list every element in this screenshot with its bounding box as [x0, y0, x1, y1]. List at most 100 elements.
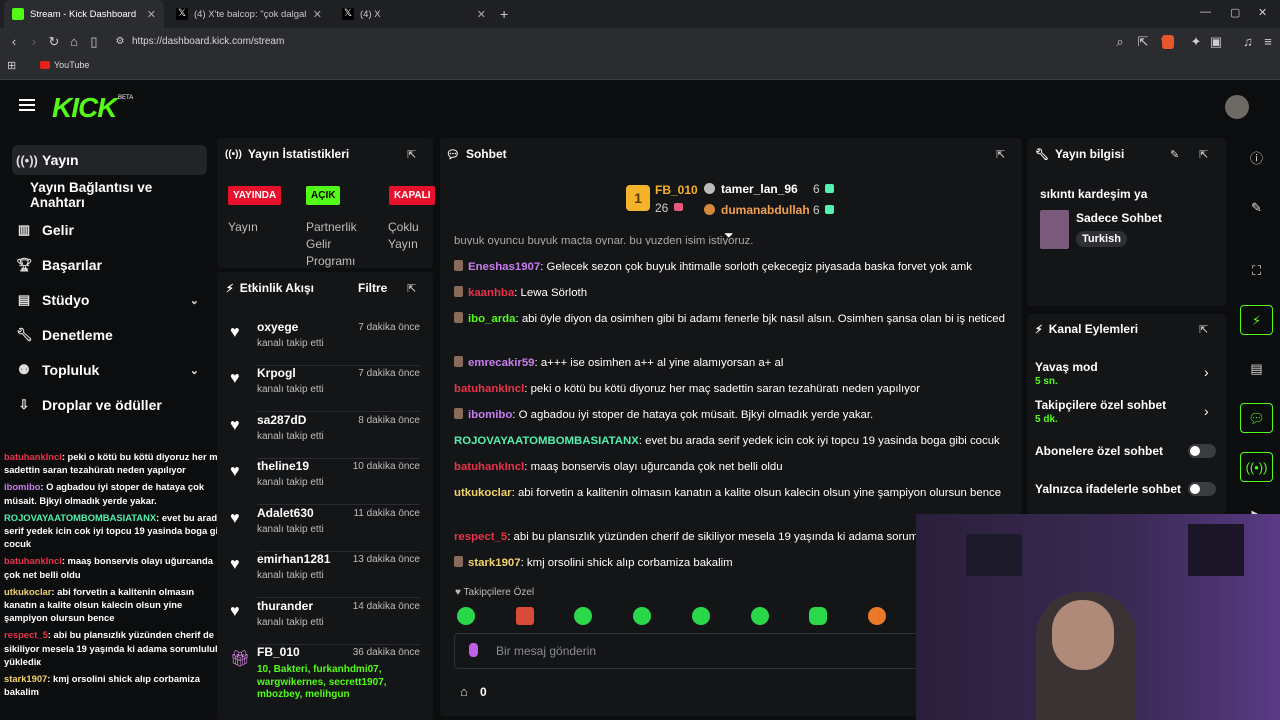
- sidebar-item-denetleme[interactable]: 🔧︎ Denetleme: [12, 320, 207, 350]
- sidebar-item-droplar[interactable]: ⇩ Droplar ve ödüller: [12, 390, 207, 420]
- info-icon[interactable]: ⓘ: [1240, 144, 1273, 174]
- category-name[interactable]: Sadece Sohbet: [1076, 211, 1162, 225]
- emote-icon[interactable]: [809, 607, 827, 625]
- emote-icon[interactable]: [692, 607, 710, 625]
- tab-x[interactable]: 𝕏 (4) X ✕: [334, 0, 494, 28]
- zoom-icon[interactable]: ⌕: [1112, 34, 1128, 50]
- media-icon[interactable]: ♫: [1240, 34, 1256, 50]
- video-icon[interactable]: ▶: [1240, 500, 1273, 514]
- chat-message: emrecakir59: a+++ ise osimhen a++ al yin…: [454, 355, 1014, 372]
- sub-chat-toggle[interactable]: [1188, 444, 1216, 458]
- bookmark-icon[interactable]: ▯: [86, 34, 102, 50]
- chat-username[interactable]: batuhankIncl: [454, 461, 524, 473]
- sidebar-item-gelir[interactable]: ▥ Gelir: [12, 215, 207, 245]
- home-icon[interactable]: ⌂: [66, 34, 82, 50]
- filter-button[interactable]: Filtre: [358, 281, 387, 295]
- emote-icon[interactable]: [751, 607, 769, 625]
- chat-username[interactable]: batuhankIncl: [454, 383, 524, 395]
- chat-message: batuhankIncl: peki o kötü bu kötü diyoru…: [454, 381, 1014, 398]
- lightning-icon[interactable]: ⚡︎: [1240, 305, 1273, 335]
- chat-username[interactable]: kaanhba: [468, 287, 514, 299]
- mic-icon[interactable]: [469, 643, 478, 657]
- sidebar-item-studyo[interactable]: ▤ Stüdyo ⌄: [12, 285, 207, 315]
- chevron-right-icon[interactable]: ›: [1204, 364, 1209, 380]
- leader-name[interactable]: tamer_lan_96: [721, 182, 798, 196]
- popout-icon[interactable]: ⇱: [996, 148, 1005, 161]
- activity-user[interactable]: emirhan1281: [257, 552, 330, 566]
- crop-icon[interactable]: ⛶: [1240, 256, 1273, 286]
- new-tab-icon[interactable]: +: [500, 6, 508, 22]
- emote-icon[interactable]: [574, 607, 592, 625]
- chat-username[interactable]: ROJOVAYAATOMBOMBASIATANX: [454, 435, 639, 447]
- slow-mode-row[interactable]: Yavaş mod 5 sn.: [1035, 360, 1098, 387]
- close-icon[interactable]: ✕: [147, 8, 156, 21]
- site-info-icon[interactable]: ⚙: [112, 34, 128, 50]
- document-icon[interactable]: ▤: [1240, 354, 1273, 384]
- chat-username[interactable]: Eneshas1907: [468, 261, 540, 273]
- edit-icon[interactable]: ✎: [1170, 148, 1179, 161]
- sidebar-icon[interactable]: ▣: [1208, 34, 1224, 50]
- pen-icon[interactable]: ✎: [1240, 193, 1273, 223]
- chat-text: : Lewa Sörloth: [514, 287, 588, 299]
- extensions-icon[interactable]: ✦: [1188, 34, 1204, 50]
- emote-icon[interactable]: [868, 607, 886, 625]
- follower-chat-row[interactable]: Takipçilere özel sohbet 5 dk.: [1035, 398, 1166, 425]
- popout-icon[interactable]: ⇱: [407, 148, 416, 161]
- activity-user[interactable]: oxyege: [257, 320, 298, 334]
- leader-name[interactable]: FB_010: [655, 183, 698, 197]
- minimize-icon[interactable]: —: [1200, 6, 1211, 18]
- leader-name[interactable]: dumanabdullah: [721, 203, 810, 217]
- activity-user[interactable]: thurander: [257, 599, 313, 613]
- side-chat-overlay: batuhankIncl: peki o kötü bu kötü diyoru…: [0, 450, 232, 720]
- popout-icon[interactable]: ⇱: [407, 282, 416, 295]
- close-window-icon[interactable]: ✕: [1258, 6, 1267, 19]
- sidebar-item-topluluk[interactable]: ⚉ Topluluk ⌄: [12, 355, 207, 385]
- back-icon[interactable]: ‹: [6, 34, 22, 50]
- tab-x-balcop[interactable]: 𝕏 (4) X'te balcop: "çok dalgalı tsunami …: [168, 0, 330, 28]
- chat-username[interactable]: respect_5: [454, 531, 507, 543]
- close-icon[interactable]: ✕: [313, 8, 322, 21]
- emote-icon[interactable]: [516, 607, 534, 625]
- tab-kick-dashboard[interactable]: Stream - Kick Dashboard ✕: [4, 0, 164, 28]
- hamburger-menu-icon[interactable]: [19, 99, 35, 111]
- broadcast-icon[interactable]: ((•)): [1240, 452, 1273, 482]
- share-icon[interactable]: ⇱: [1135, 34, 1151, 50]
- activity-user[interactable]: theline19: [257, 459, 309, 473]
- sidebar-item-basarilar[interactable]: 🏆︎ Başarılar: [12, 250, 207, 280]
- activity-user[interactable]: sa287dD: [257, 413, 306, 427]
- forward-icon[interactable]: ›: [26, 34, 42, 50]
- chat-username[interactable]: emrecakir59: [468, 357, 535, 369]
- store-icon[interactable]: ⌂: [460, 684, 468, 699]
- popout-icon[interactable]: ⇱: [1199, 323, 1208, 336]
- chat-username[interactable]: ibomibo: [468, 409, 512, 421]
- chat-bubble-icon[interactable]: 💬︎: [1240, 403, 1273, 433]
- brave-shield-icon[interactable]: [1162, 35, 1174, 49]
- popout-icon[interactable]: ⇱: [1199, 148, 1208, 161]
- menu-icon[interactable]: ≡: [1260, 34, 1276, 50]
- chat-text: buyuk oyuncu buyuk maçta oynar. bu yuzde…: [454, 235, 754, 245]
- maximize-icon[interactable]: ▢: [1230, 6, 1240, 19]
- bookmark-youtube[interactable]: YouTube: [40, 60, 89, 70]
- chat-username[interactable]: stark1907: [468, 557, 521, 569]
- sidebar-item-yayin[interactable]: ((•)) Yayın: [12, 145, 207, 175]
- chat-username[interactable]: utkukoclar: [454, 487, 512, 499]
- close-icon[interactable]: ✕: [477, 8, 486, 21]
- url-field[interactable]: https://dashboard.kick.com/stream: [132, 34, 284, 50]
- chevron-right-icon[interactable]: ›: [1204, 403, 1209, 419]
- avatar[interactable]: [1225, 95, 1249, 119]
- activity-user[interactable]: Adalet630: [257, 506, 314, 520]
- reload-icon[interactable]: ↻: [46, 34, 62, 50]
- activity-user[interactable]: Krpogl: [257, 366, 296, 380]
- sidebar-item-label: Yayın Bağlantısı ve Anahtarı: [30, 180, 153, 210]
- emote-chat-toggle[interactable]: [1188, 482, 1216, 496]
- emote-icon[interactable]: [457, 607, 475, 625]
- emote-icon[interactable]: [633, 607, 651, 625]
- kick-logo[interactable]: KICK: [52, 92, 117, 124]
- status-badge-multistream: KAPALI: [389, 186, 436, 205]
- apps-icon[interactable]: ⊞: [7, 59, 16, 72]
- rank-2-icon: [704, 183, 715, 194]
- sidebar-item-stream-key[interactable]: Yayın Bağlantısı ve Anahtarı: [12, 180, 207, 210]
- activity-user[interactable]: FB_010: [257, 645, 300, 659]
- chat-username[interactable]: ibo_arda: [468, 313, 515, 325]
- divider: [257, 504, 420, 505]
